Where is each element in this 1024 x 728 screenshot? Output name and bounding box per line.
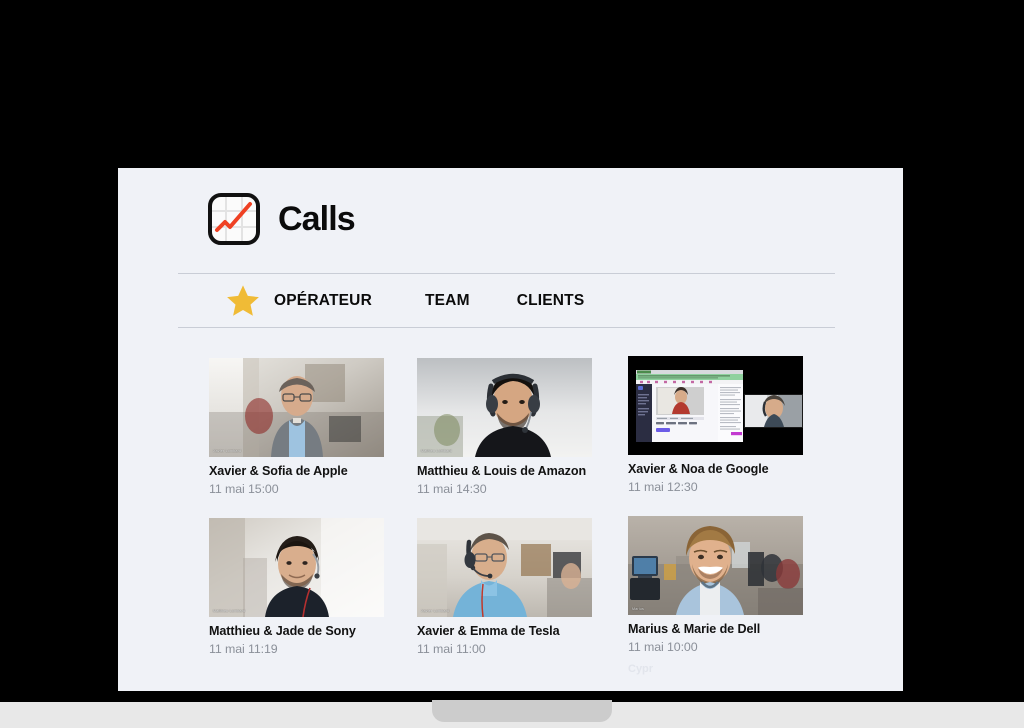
call-thumbnail[interactable]: Mathieu Lombard [417,358,592,457]
page-title: Calls [278,200,356,238]
call-date: 11 mai 15:00 [209,482,279,497]
thumbnail-watermark: Mathieu Lombard [421,449,452,453]
call-card[interactable]: Xavier Lombard Xavier & Emma de Tesla 11… [417,517,592,657]
call-title: Xavier & Emma de Tesla [417,623,560,638]
call-thumbnail[interactable]: Matthieu Lombard [209,517,384,617]
app-header: Calls [208,193,356,245]
tab-operateur[interactable]: OPÉRATEUR [274,292,372,310]
call-card[interactable]: Marius Marius & Marie de Dell 11 mai 10:… [628,515,803,691]
thumbnail-watermark: Xavier Lombard [213,449,242,453]
tab-clients[interactable]: CLIENTS [517,292,585,310]
call-date: 11 mai 12:30 [628,480,698,495]
calls-column: Xavier Lombard Xavier & Sofia de Apple 1… [209,358,384,678]
call-title: Matthieu & Jade de Sony [209,623,356,638]
call-thumbnail[interactable]: Xavier Lombard [209,358,384,457]
call-thumbnail[interactable] [628,356,803,455]
thumbnail-watermark: Marius [632,606,644,611]
call-thumbnail[interactable]: Xavier Lombard [417,517,592,617]
partial-next-card-title: Cypr [628,662,654,675]
call-thumbnail[interactable]: Marius [628,515,803,615]
star-icon[interactable] [224,282,262,320]
call-date: 11 mai 11:00 [417,642,486,657]
monitor-stand [432,700,612,722]
chart-trend-icon [208,193,260,245]
call-card[interactable]: Matthieu Lombard Matthieu & Jade de Sony… [209,517,384,657]
call-title: Xavier & Noa de Google [628,462,769,476]
call-card[interactable]: Xavier Lombard Xavier & Sofia de Apple 1… [209,358,384,497]
call-date: 11 mai 11:19 [209,642,278,657]
app-screen: Calls OPÉRATEUR TEAM CLIENTS Xavier Lomb… [118,168,903,691]
tab-bar: OPÉRATEUR TEAM CLIENTS [178,273,835,328]
calls-column: Mathieu Lombard Matthieu & Louis de Amaz… [417,358,592,678]
call-card[interactable]: Xavier & Noa de Google 11 mai 12:30 [628,356,803,495]
call-title: Matthieu & Louis de Amazon [417,464,587,478]
thumbnail-watermark: Matthieu Lombard [213,608,246,613]
screenshot-stage: Calls OPÉRATEUR TEAM CLIENTS Xavier Lomb… [0,0,1024,728]
calls-column: Xavier & Noa de Google 11 mai 12:30 Mari… [628,356,803,691]
thumbnail-watermark: Xavier Lombard [421,608,450,613]
call-date: 11 mai 10:00 [628,640,698,655]
call-title: Marius & Marie de Dell [628,621,761,636]
call-card[interactable]: Mathieu Lombard Matthieu & Louis de Amaz… [417,358,592,497]
call-date: 11 mai 14:30 [417,482,487,497]
tab-team[interactable]: TEAM [425,292,470,310]
call-title: Xavier & Sofia de Apple [209,464,348,478]
